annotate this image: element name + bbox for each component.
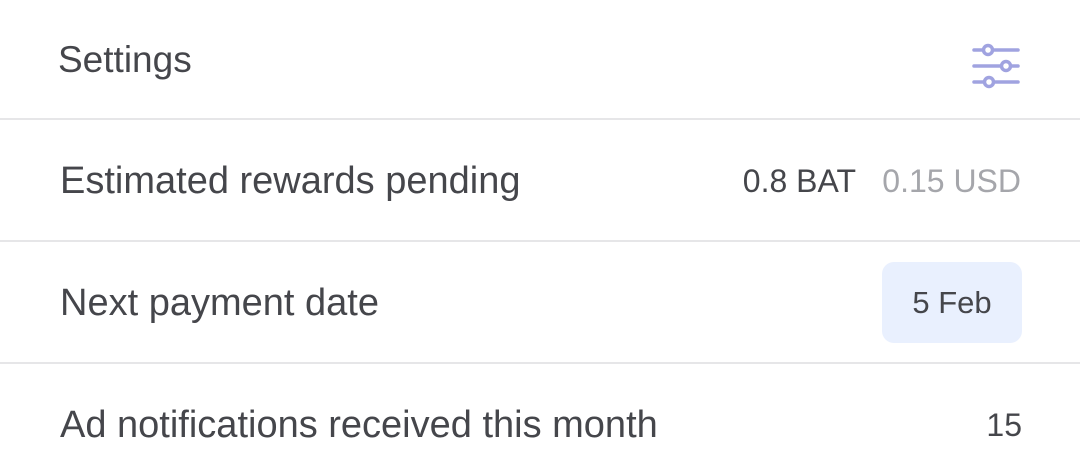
ad-notifications-count: 15 (986, 407, 1022, 443)
sliders-icon (972, 43, 1020, 89)
ad-notifications-row: Ad notifications received this month 15 (0, 365, 1080, 475)
estimated-rewards-usd: 0.15 USD (882, 163, 1021, 199)
ad-notifications-label: Ad notifications received this month (60, 404, 658, 446)
panel-header: Settings (0, 0, 1080, 120)
next-payment-row: Next payment date 5 Feb (0, 243, 1080, 364)
settings-button[interactable] (966, 40, 1024, 92)
estimated-rewards-label: Estimated rewards pending (60, 160, 521, 202)
next-payment-date-badge: 5 Feb (882, 262, 1022, 343)
rewards-summary-panel: Settings Estimated rewards pending 0.8 B… (0, 0, 1080, 475)
estimated-rewards-bat: 0.8 BAT (742, 163, 856, 199)
estimated-rewards-row: Estimated rewards pending 0.8 BAT 0.15 U… (0, 121, 1080, 242)
panel-title: Settings (58, 39, 192, 80)
next-payment-label: Next payment date (60, 282, 379, 324)
